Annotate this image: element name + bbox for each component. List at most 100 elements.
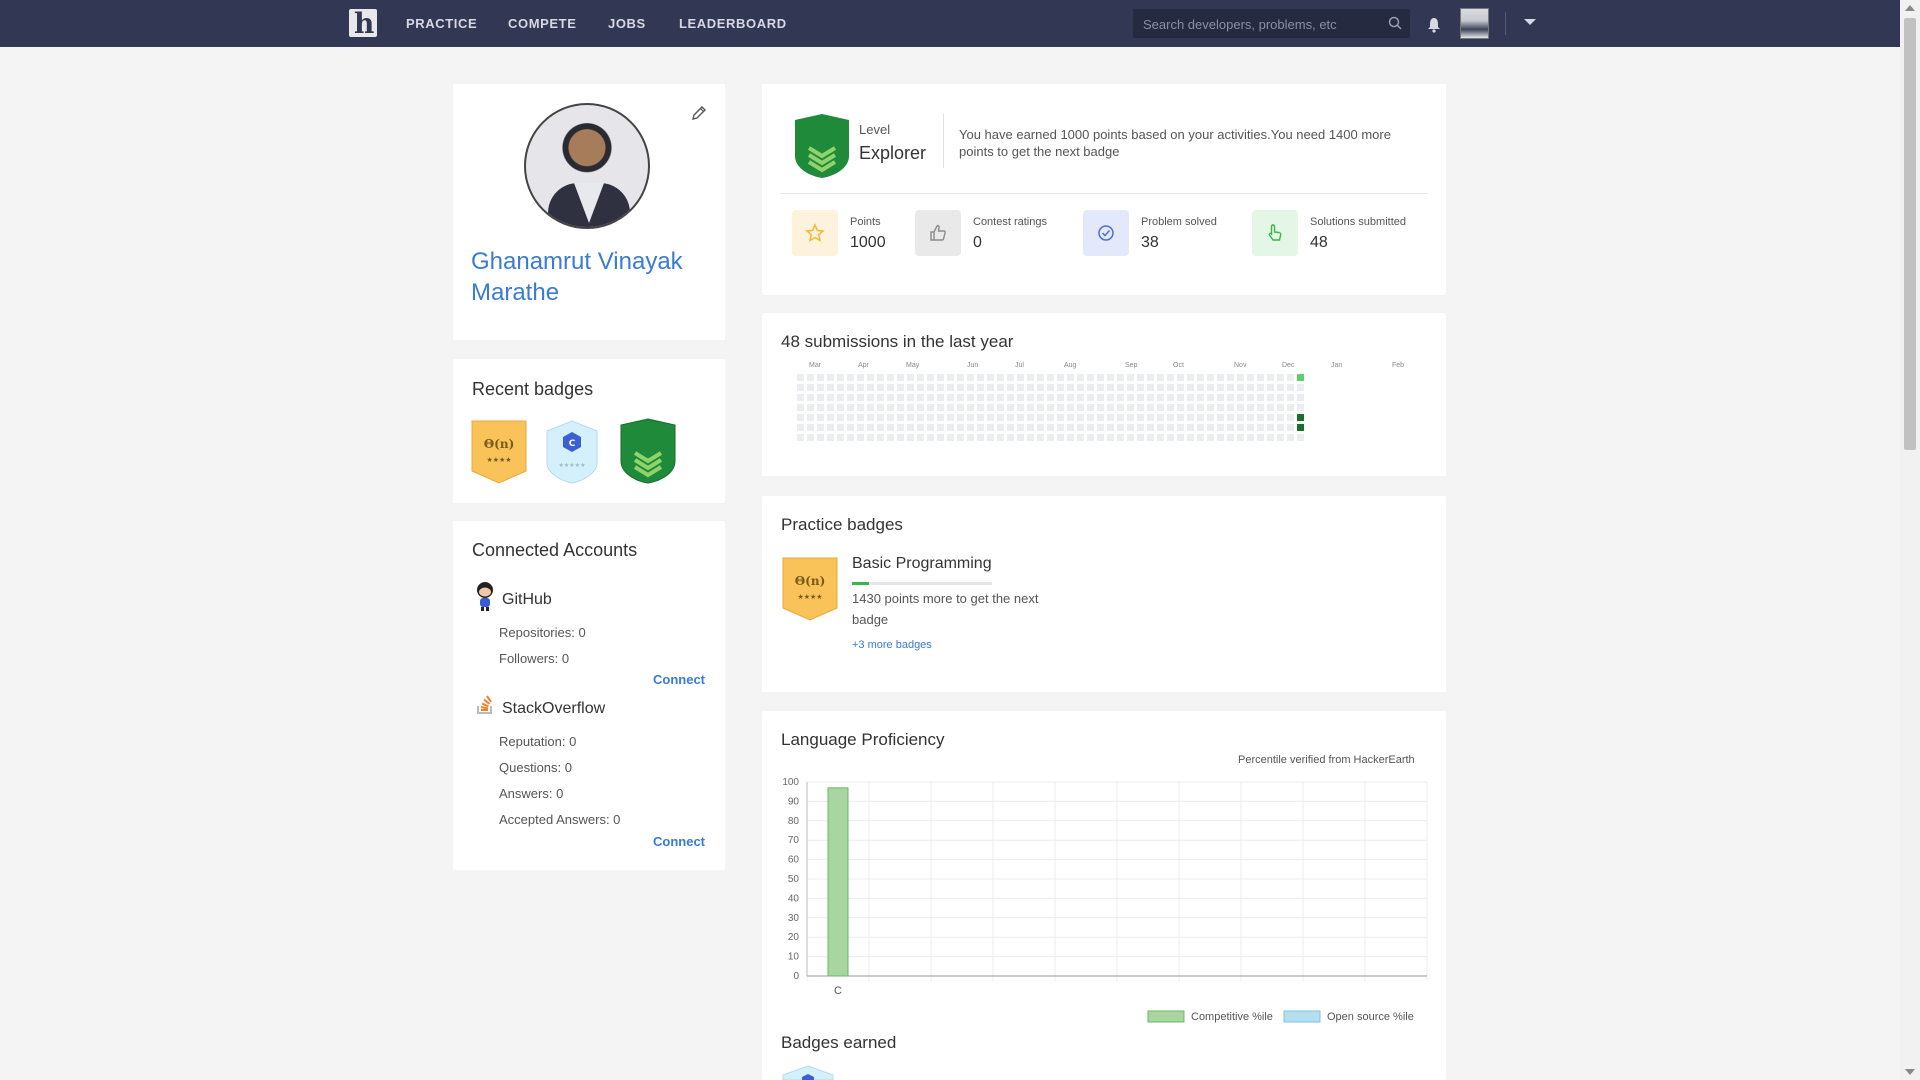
heatmap-cell [1287, 374, 1294, 381]
heatmap-cell [1047, 424, 1054, 431]
y-tick-label: 0 [793, 971, 799, 982]
scroll-thumb[interactable] [1904, 18, 1916, 450]
heatmap-cell [1157, 394, 1164, 401]
badge-c-language-icon[interactable]: C ★★★★★ [543, 419, 601, 485]
heatmap-cell [1077, 434, 1084, 441]
heatmap-cell [927, 414, 934, 421]
heatmap-cell [1097, 404, 1104, 411]
y-tick-label: 30 [788, 913, 800, 924]
heatmap-cell [1097, 384, 1104, 391]
more-badges-link[interactable]: +3 more badges [852, 639, 932, 651]
top-navbar: h PRACTICE COMPETE JOBS LEADERBOARD [0, 0, 1900, 47]
heatmap-cell [1297, 434, 1304, 441]
github-connect-link[interactable]: Connect [653, 672, 705, 687]
heatmap-cell [887, 374, 894, 381]
practice-badge-icon[interactable]: Θ(n) ★★★★ [781, 556, 839, 622]
nav-jobs[interactable]: JOBS [608, 16, 646, 31]
github-repositories: Repositories: 0 [499, 625, 586, 640]
search-input[interactable] [1143, 14, 1383, 34]
heatmap-cell [1087, 414, 1094, 421]
heatmap-cell [1067, 404, 1074, 411]
heatmap-cell [837, 404, 844, 411]
heatmap-cell [1167, 374, 1174, 381]
heatmap-cell [1297, 394, 1304, 401]
heatmap-cell [1167, 404, 1174, 411]
heatmap-cell [837, 414, 844, 421]
edit-pencil-icon[interactable] [690, 104, 708, 122]
heatmap-cell [987, 374, 994, 381]
heatmap-cell [1247, 384, 1254, 391]
heatmap-cell [967, 404, 974, 411]
scrollbar[interactable] [1900, 0, 1920, 1080]
heatmap-cell [1157, 424, 1164, 431]
heatmap-cell [937, 434, 944, 441]
star-icon [805, 223, 825, 243]
heatmap-cell [1127, 414, 1134, 421]
heatmap-cell [977, 394, 984, 401]
heatmap-cell [967, 384, 974, 391]
heatmap-cell [977, 424, 984, 431]
heatmap-cell [1107, 424, 1114, 431]
heatmap-cell [1177, 384, 1184, 391]
badge-basic-programming-icon[interactable]: Θ(n) ★★★★ [470, 419, 528, 485]
search-icon[interactable] [1388, 16, 1402, 30]
earned-badge-icon[interactable] [781, 1065, 835, 1080]
hackerearth-logo[interactable]: h [349, 7, 377, 40]
heatmap-cell [1087, 374, 1094, 381]
practice-badge-subtext-line2: badge [852, 612, 889, 627]
bell-icon[interactable] [1427, 17, 1441, 33]
stackoverflow-connect-link[interactable]: Connect [653, 834, 705, 849]
heatmap-cell [1017, 404, 1024, 411]
badges-earned-title: Badges earned [781, 1033, 897, 1052]
heatmap-cell [827, 384, 834, 391]
chevron-down-icon[interactable] [1524, 19, 1536, 25]
practice-progress-track [852, 582, 992, 585]
heatmap-cell [1007, 424, 1014, 431]
nav-leaderboard[interactable]: LEADERBOARD [679, 16, 787, 31]
heatmap-cell [837, 434, 844, 441]
nav-compete[interactable]: COMPETE [508, 16, 576, 31]
heatmap-cell [1187, 374, 1194, 381]
heatmap-cell [1127, 394, 1134, 401]
heatmap-cell [1047, 434, 1054, 441]
heatmap-cell [1127, 384, 1134, 391]
heatmap-cell [1247, 414, 1254, 421]
points-label: Points [850, 216, 881, 228]
heatmap-cell [947, 434, 954, 441]
heatmap-cell [1197, 404, 1204, 411]
badge-explorer-level-icon[interactable] [617, 417, 679, 485]
heatmap-cell [1267, 404, 1274, 411]
nav-practice[interactable]: PRACTICE [406, 16, 477, 31]
heatmap-cell [1117, 404, 1124, 411]
user-avatar[interactable] [1460, 8, 1489, 39]
scroll-down-arrow-icon[interactable] [1905, 1069, 1915, 1075]
heatmap-cell [1137, 434, 1144, 441]
heatmap-cell [897, 414, 904, 421]
heatmap-cell [1087, 394, 1094, 401]
heatmap-cell [1057, 434, 1064, 441]
heatmap-cell [857, 374, 864, 381]
heatmap-cell [957, 424, 964, 431]
heatmap-cell [1027, 414, 1034, 421]
heatmap-cell [1297, 424, 1304, 431]
y-tick-label: 90 [788, 796, 800, 807]
language-proficiency-card: Language Proficiency Percentile verified… [762, 711, 1446, 1080]
scroll-up-arrow-icon[interactable] [1905, 5, 1915, 11]
heatmap-cell [907, 424, 914, 431]
heatmap-cell [1267, 384, 1274, 391]
heatmap-cell [1107, 394, 1114, 401]
heatmap-cell [1197, 434, 1204, 441]
heatmap-cell [1037, 414, 1044, 421]
heatmap-cell [827, 414, 834, 421]
heatmap-cell [917, 414, 924, 421]
heatmap-cell [937, 424, 944, 431]
heatmap-cell [1227, 414, 1234, 421]
heatmap-cell [1047, 384, 1054, 391]
heatmap-cell [987, 414, 994, 421]
heatmap-cell [1217, 374, 1224, 381]
heatmap-cell [957, 414, 964, 421]
heatmap-cell [987, 394, 994, 401]
heatmap-cell [1267, 424, 1274, 431]
heatmap-cell [1137, 394, 1144, 401]
heatmap-cell [1067, 394, 1074, 401]
